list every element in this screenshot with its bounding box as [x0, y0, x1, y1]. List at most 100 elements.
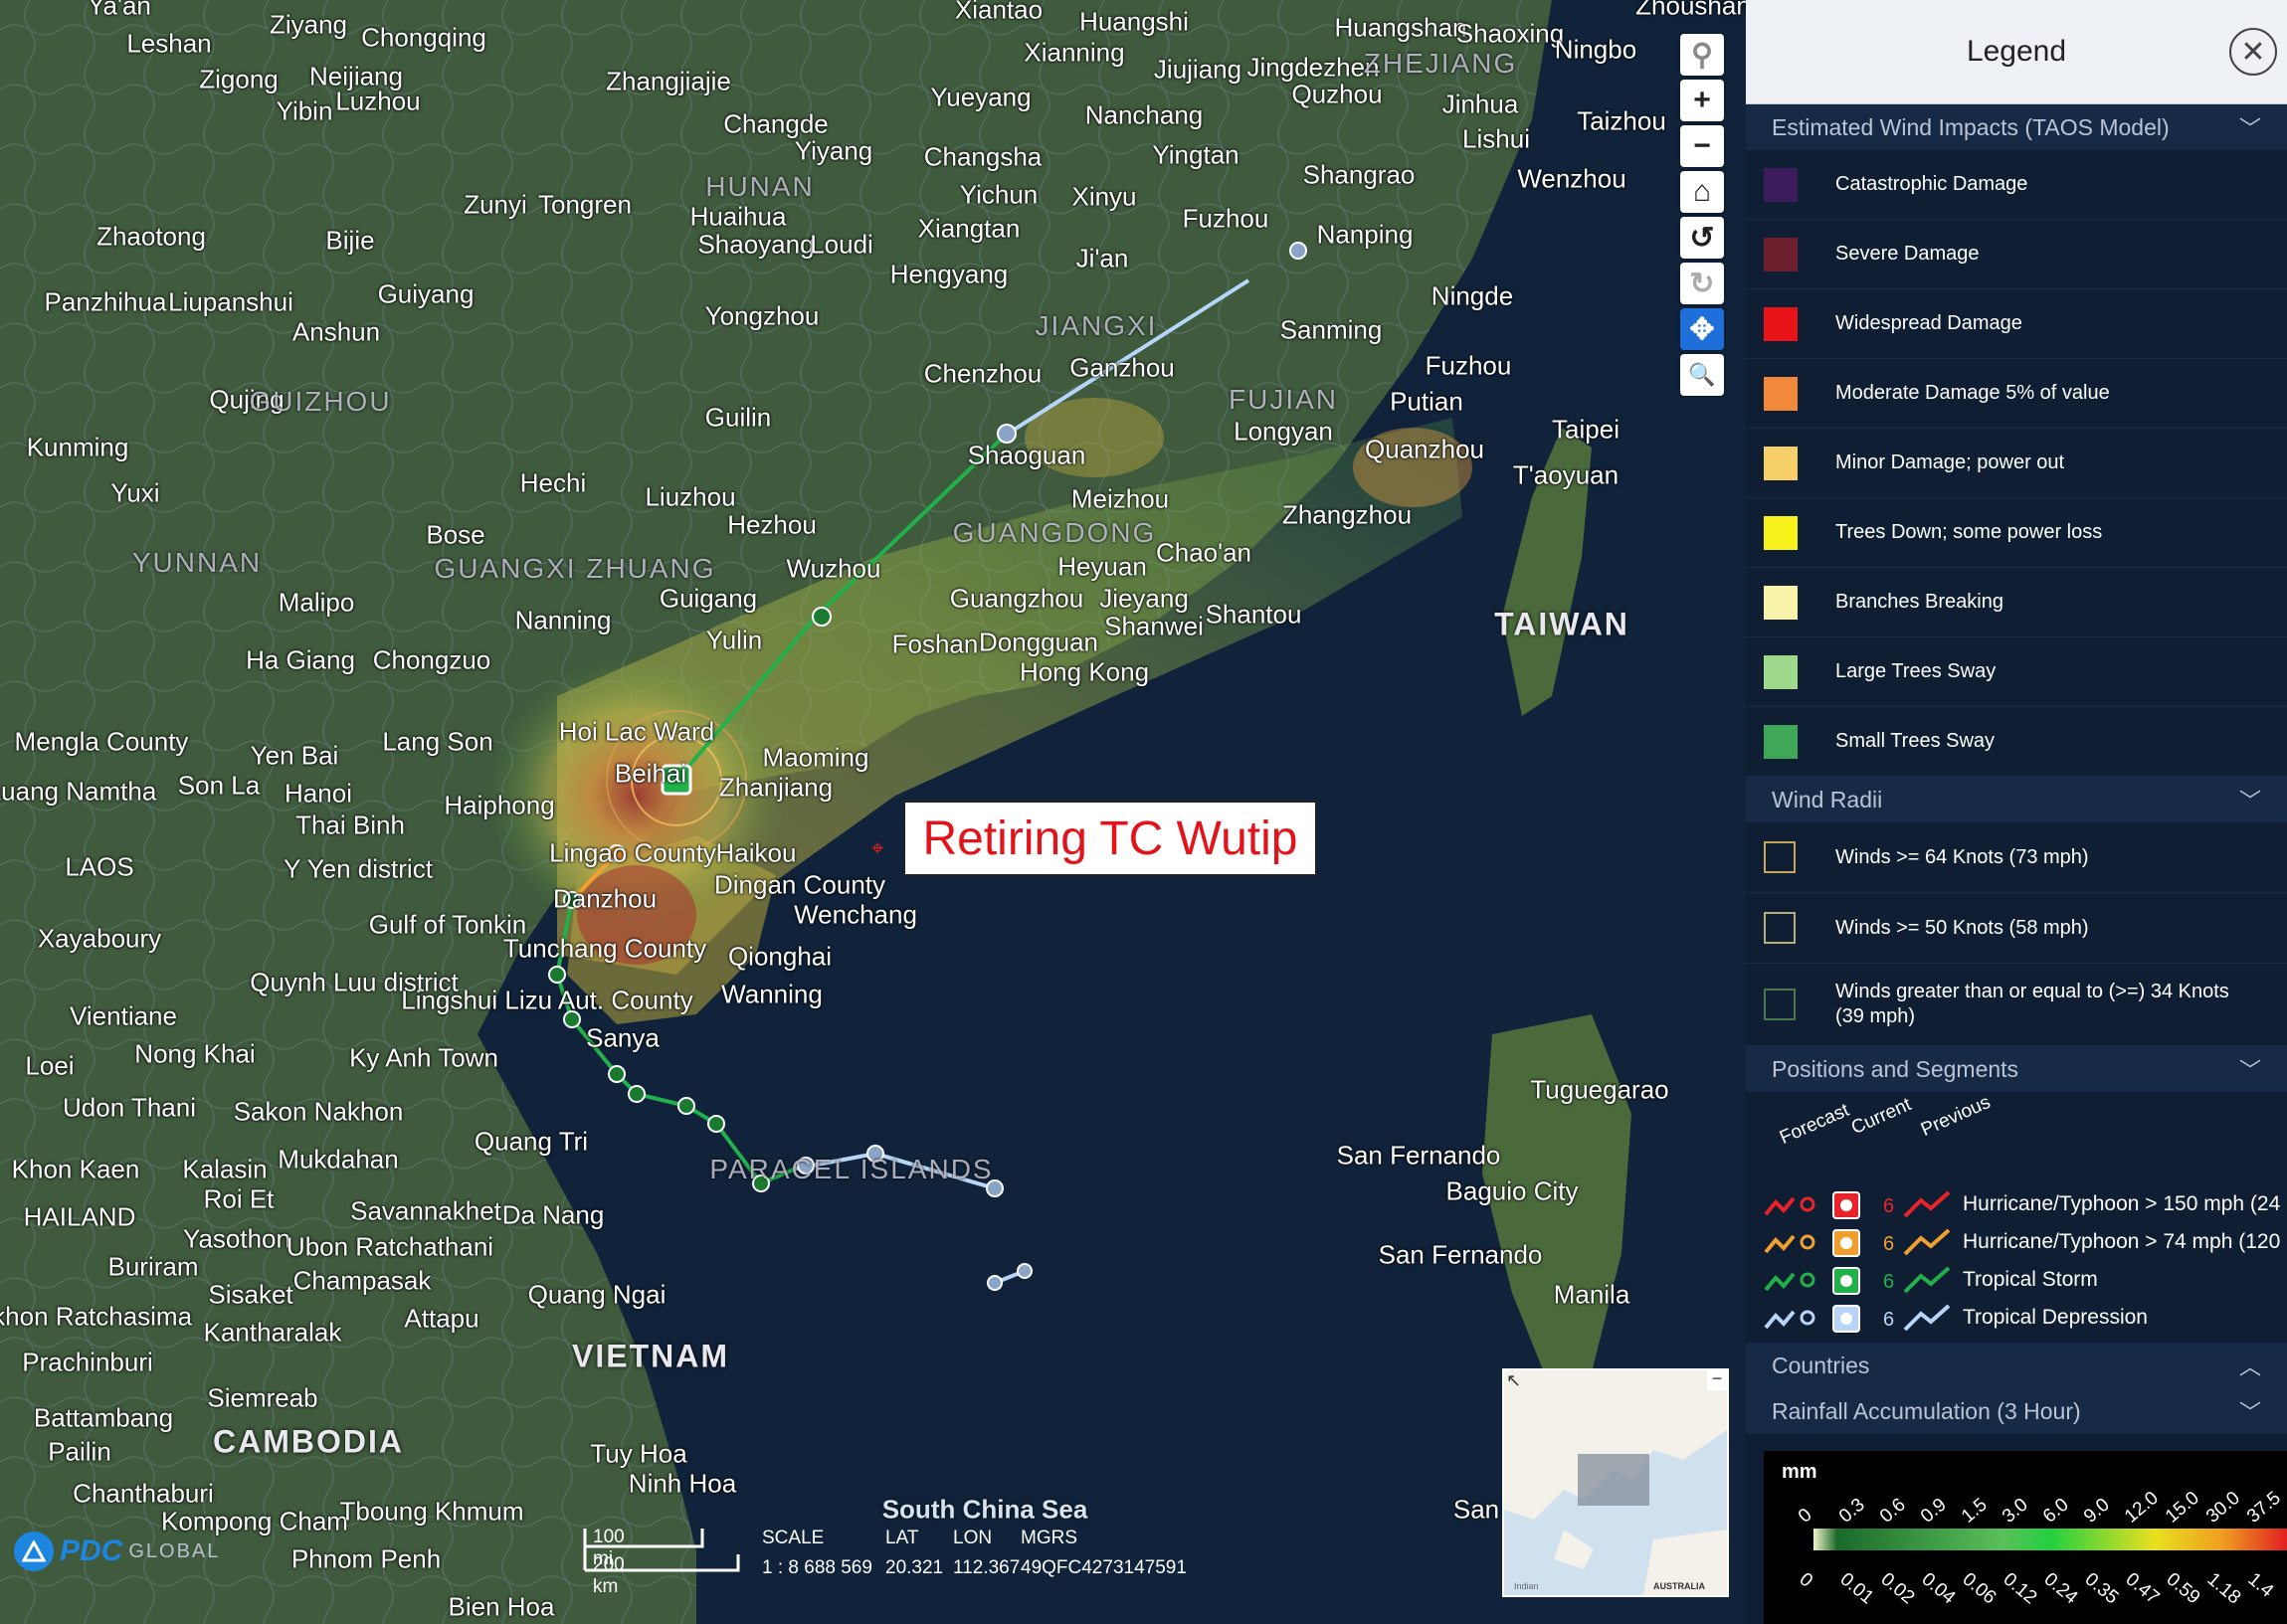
- home-icon[interactable]: ⌂: [1680, 171, 1724, 213]
- minimap-resize-icon[interactable]: ↖: [1506, 1370, 1521, 1391]
- city-label: Baguio City: [1445, 1175, 1579, 1206]
- position-row: 6 Hurricane/Typhoon > 74 mph (120: [1764, 1225, 2280, 1259]
- city-label: Bien Hoa: [448, 1591, 555, 1622]
- city-label: Jiujiang: [1153, 54, 1242, 85]
- region-label: GUIZHOU: [249, 386, 392, 417]
- city-label: Ningbo: [1554, 34, 1637, 65]
- city-label: Luzhou: [335, 86, 421, 116]
- city-label: Hoi Lac Ward: [558, 716, 715, 747]
- city-label: Shangrao: [1302, 159, 1416, 190]
- city-label: Zigong: [199, 64, 279, 94]
- minimap-graphic: [1504, 1370, 1727, 1595]
- radius-swatch: [1764, 989, 1796, 1020]
- street-view-icon[interactable]: ⚲: [1680, 34, 1724, 76]
- city-label: Huangshi: [1079, 6, 1189, 37]
- city-label: Tunchang County: [502, 933, 707, 964]
- city-label: Yongzhou: [704, 300, 820, 331]
- city-label: Foshan: [891, 629, 979, 659]
- rotate-ccw-icon[interactable]: ↺: [1680, 217, 1724, 259]
- city-label: Ziyang: [269, 9, 348, 40]
- minimap-collapse-button[interactable]: −: [1707, 1370, 1727, 1390]
- section-wind-impacts[interactable]: Estimated Wind Impacts (TAOS Model) ﹀: [1746, 104, 2287, 150]
- city-label: Zhangjiajie: [606, 66, 731, 96]
- region-label: FUJIAN: [1229, 384, 1338, 415]
- rotate-cw-icon[interactable]: ↻: [1680, 263, 1724, 304]
- section-wind-radii[interactable]: Wind Radii ﹀: [1746, 777, 2287, 822]
- color-swatch: [1764, 515, 1798, 550]
- region-label: GUANGDONG: [952, 517, 1157, 548]
- wind-impact-item: Small Trees Sway: [1746, 707, 2287, 777]
- lon-value: 112.367: [953, 1557, 1021, 1578]
- city-label: Attapu: [404, 1303, 479, 1334]
- city-label: Sanming: [1279, 314, 1383, 345]
- city-label: Beihai: [614, 758, 687, 789]
- city-label: San: [1452, 1494, 1500, 1525]
- city-label: Udon Thani: [63, 1092, 196, 1123]
- city-label: Xayaboury: [37, 923, 162, 954]
- pan-icon[interactable]: ✥: [1680, 308, 1724, 350]
- city-label: LAOS: [65, 851, 134, 882]
- section-rainfall[interactable]: Rainfall Accumulation (3 Hour) ﹀: [1746, 1388, 2287, 1434]
- radius-swatch: [1764, 912, 1796, 944]
- city-label: Nanning: [514, 605, 612, 635]
- city-label: Zunyi: [464, 189, 527, 220]
- chevron-down-icon[interactable]: ﹀: [2239, 1395, 2261, 1427]
- city-label: Zhangzhou: [1281, 499, 1413, 530]
- city-label: San Fernando: [1336, 1140, 1501, 1171]
- city-label: Yuxi: [110, 477, 160, 508]
- map-view[interactable]: ⌖ Ya'an Leshan Ziyang Chongqing Zigong Neijia…: [0, 0, 1746, 1624]
- wind-radii-label: Winds greater than or equal to (>=) 34 K…: [1835, 981, 2229, 1027]
- svg-text:6: 6: [1883, 1233, 1894, 1255]
- wind-impact-item: Moderate Damage 5% of value: [1746, 359, 2287, 429]
- city-label: Wanning: [721, 979, 823, 1009]
- city-label: Hengyang: [889, 259, 1009, 289]
- section-countries[interactable]: Countries ︿: [1746, 1343, 2287, 1388]
- color-swatch: [1764, 654, 1798, 689]
- chevron-down-icon[interactable]: ﹀: [2239, 111, 2261, 143]
- city-label: Ubon Ratchathani: [286, 1231, 494, 1262]
- svg-text:6: 6: [1883, 1271, 1894, 1293]
- scale-label: SCALE: [762, 1528, 825, 1548]
- storm-callout-label: Retiring TC Wutip: [903, 801, 1317, 876]
- zoom-in-button[interactable]: +: [1680, 80, 1724, 121]
- wind-radii-item: Winds >= 64 Knots (73 mph): [1746, 822, 2287, 893]
- city-label: Quang Ngai: [527, 1279, 667, 1310]
- pos-header-forecast: Forecast: [1777, 1099, 1853, 1150]
- city-label: Lingshui Lizu Aut. County: [401, 985, 693, 1015]
- city-label: Sakon Nakhon: [233, 1096, 404, 1127]
- zoom-box-icon[interactable]: 🔍: [1680, 354, 1724, 396]
- city-label: Haikou: [715, 837, 797, 868]
- city-label: Battambang: [33, 1402, 174, 1433]
- city-label: Son La: [177, 770, 261, 801]
- rainfall-colorbar: mm 0 0.3 0.6 0.9 1.5 3.0 6.0 9.0 12.0 15.0 30.0 37.…: [1764, 1451, 2287, 1624]
- close-icon[interactable]: ✕: [2229, 28, 2277, 76]
- city-label: Bijie: [325, 225, 375, 256]
- city-label: Yiyang: [794, 135, 873, 166]
- region-label: GUANGXI ZHUANG: [434, 553, 716, 584]
- city-label: Zhanjiang: [718, 772, 834, 803]
- city-label: Jieyang: [1099, 583, 1189, 614]
- pos-header-previous: Previous: [1918, 1091, 1995, 1142]
- city-label: Shaoyang: [697, 229, 815, 260]
- overview-minimap[interactable]: − ↖ Indian AUSTRALIA: [1502, 1368, 1729, 1597]
- country-label: VIETNAM: [572, 1338, 729, 1374]
- scale-bar-km: 200 km: [593, 1554, 625, 1597]
- wind-impact-item: Widespread Damage: [1746, 289, 2287, 359]
- city-label: Tuy Hoa: [590, 1438, 687, 1469]
- city-label: Manila: [1553, 1279, 1630, 1310]
- city-label: Shantou: [1205, 599, 1302, 630]
- chevron-down-icon[interactable]: ﹀: [2239, 1053, 2261, 1085]
- section-positions[interactable]: Positions and Segments ﹀: [1746, 1046, 2287, 1092]
- wind-impact-item: Trees Down; some power loss: [1746, 498, 2287, 568]
- chevron-down-icon[interactable]: ﹀: [2239, 784, 2261, 815]
- legend-panel: Legend ✕ Estimated Wind Impacts (TAOS Mo…: [1746, 0, 2287, 1624]
- section-wind-impacts-title: Estimated Wind Impacts (TAOS Model): [1772, 113, 2170, 140]
- color-swatch: [1764, 724, 1798, 759]
- city-label: Chongzuo: [372, 644, 491, 675]
- city-label: Panzhihua: [44, 286, 167, 317]
- city-label: Leshan: [126, 28, 212, 59]
- city-label: Champasak: [292, 1265, 432, 1296]
- track-symbol-icon: 6: [1764, 1228, 1951, 1257]
- zoom-out-button[interactable]: −: [1680, 125, 1724, 167]
- chevron-up-icon[interactable]: ︿: [2239, 1350, 2261, 1381]
